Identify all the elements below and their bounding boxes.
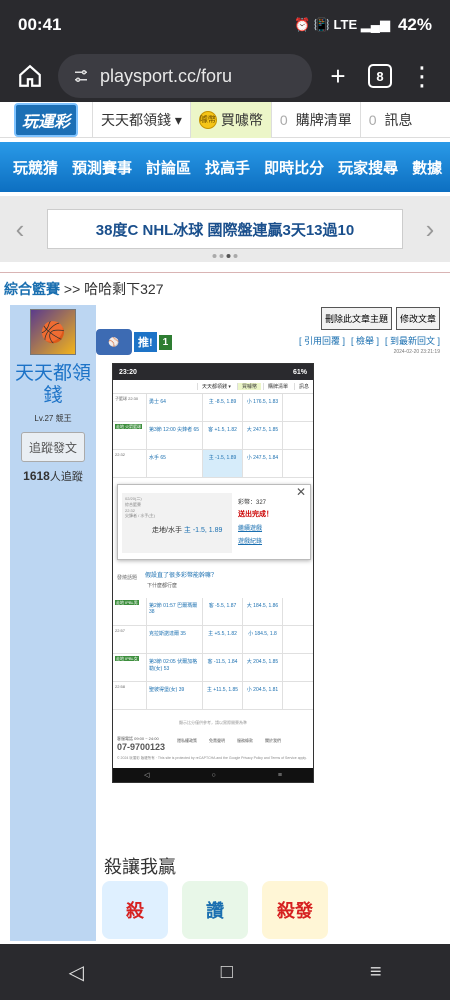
table-row: 22:57 克拉斯諾達爾 35 主 +5.5, 1.82 小 184.5, 1.…: [113, 626, 313, 654]
status-bar: 00:41 ⏰ 📳 LTE ▂▄▆ 42%: [0, 0, 450, 50]
back-icon[interactable]: ◁: [68, 960, 83, 985]
url-text: playsport.cc/foru: [100, 65, 233, 86]
report-link[interactable]: [ 檢舉 ]: [351, 334, 379, 347]
buy-coins-button[interactable]: 噱幣 買噱幣: [189, 101, 271, 138]
close-icon: ✕: [295, 485, 306, 499]
follow-button[interactable]: 追蹤發文: [21, 432, 85, 462]
messages-link[interactable]: 0 訊息: [359, 101, 421, 138]
recents-icon[interactable]: ≡: [370, 961, 382, 984]
page-title: 哈哈剩下327: [84, 281, 164, 297]
mascot-icon: ⚾: [96, 329, 132, 355]
banner-carousel: ‹ 38度C NHL冰球 國際盤連贏3天13過10 ›: [0, 196, 450, 262]
quote-reply-link[interactable]: [ 引用回覆 ]: [299, 334, 345, 347]
site-header: 玩運彩 天天都領錢 ▾ 噱幣 買噱幣 0 購牌清單 0 訊息: [0, 101, 450, 138]
url-field[interactable]: playsport.cc/foru: [58, 54, 312, 98]
new-tab-button[interactable]: +: [322, 58, 354, 94]
status-icons: ⏰ 📳 LTE ▂▄▆: [293, 17, 390, 32]
tab-switcher-button[interactable]: 8: [364, 58, 396, 94]
sticker-kill-go[interactable]: 殺發: [262, 881, 328, 939]
coin-icon: 噱幣: [198, 110, 217, 129]
cart-link[interactable]: 0 購牌清單: [270, 101, 360, 138]
nav-item-predict[interactable]: 預測賽事: [65, 157, 139, 178]
browser-url-bar: playsport.cc/foru + 8 ⋮: [0, 50, 450, 102]
battery-text: 42%: [397, 15, 432, 34]
table-row: 子籃球 22:30 勇士 64 主 -8.5, 1.89 小 176.5, 1.…: [113, 394, 313, 422]
cart-count: 0: [279, 111, 288, 128]
author-panel: 🏀 天天都領錢 Lv.27 競王 追蹤發文 1618人追蹤: [10, 305, 96, 941]
nav-item-player-search[interactable]: 玩家搜尋: [331, 157, 405, 178]
main-nav: 玩競猜 預測賽事 討論區 找高手 即時比分 玩家搜尋 數據: [0, 142, 450, 192]
author-name[interactable]: 天天都領錢: [10, 363, 96, 407]
home-button-icon[interactable]: □: [221, 961, 233, 984]
avatar[interactable]: 🏀: [30, 309, 76, 355]
table-row: 22:58 聖彼得堡(女) 39 主 +11.5, 1.85 小 204.5, …: [113, 682, 313, 710]
user-menu[interactable]: 天天都領錢 ▾: [92, 101, 190, 138]
carousel-dots: [212, 254, 238, 258]
post-content: 刪除此文章主題 修改文章 [ 引用回覆 ] [ 檢舉 ] [ 到最新回文 ] 2…: [96, 305, 440, 941]
breadcrumb-section-link[interactable]: 綜合籃賽: [4, 281, 60, 297]
post: 🏀 天天都領錢 Lv.27 競王 追蹤發文 1618人追蹤 刪除此文章主題 修改…: [10, 305, 440, 941]
banner-ad[interactable]: 38度C NHL冰球 國際盤連贏3天13過10: [47, 209, 403, 249]
android-nav-bar: ◁ □ ≡: [0, 944, 450, 1000]
tab-count: 8: [368, 64, 392, 88]
table-row: 22:32 水手 65 主 -1.5, 1.89 小 247.5, 1.84: [113, 450, 313, 478]
breadcrumb: 綜合籃賽 >> 哈哈剩下327: [0, 273, 450, 305]
site-logo[interactable]: 玩運彩: [0, 102, 92, 138]
latest-reply-link[interactable]: [ 到最新回文 ]: [385, 334, 440, 347]
breadcrumb-separator: >>: [63, 281, 81, 297]
nav-item-livescore[interactable]: 即時比分: [257, 157, 331, 178]
chevron-right-icon[interactable]: ›: [420, 214, 440, 245]
table-row: 走地 IPBL男 第2節 01:57 巴爾瑪爾 38 客 -5.5, 1.87 …: [113, 598, 313, 626]
status-time: 00:41: [18, 15, 62, 34]
nav-item-data[interactable]: 數據: [405, 157, 449, 178]
bet-confirm-popup: ✕ 02/20(二) 綜合籃賽 22:32 尖鋒者 / 水手(主) 走地/水手 …: [117, 484, 311, 560]
message-count: 0: [368, 111, 377, 128]
home-icon[interactable]: [12, 58, 48, 94]
table-row: 走地 IPBL女 第3節 02:05 伏爾加格勒(女) 53 客 -11.5, …: [113, 654, 313, 682]
sticker-section-title: 殺讓我贏: [104, 857, 176, 877]
edit-post-button[interactable]: 修改文章: [395, 307, 440, 330]
follower-count: 1618人追蹤: [23, 469, 83, 483]
browser-menu-button[interactable]: ⋮: [406, 58, 438, 94]
nav-item-forum[interactable]: 討論區: [139, 157, 198, 178]
site-settings-icon[interactable]: [72, 67, 90, 85]
author-level: Lv.27 競王: [34, 414, 72, 423]
sticker-like[interactable]: 讚: [182, 881, 248, 939]
sticker-row: 殺 讚 殺發: [102, 881, 328, 939]
post-screenshot: 23:20 61% 天天都領錢 ▾ 買噱幣 購牌清單 訊息 子籃球 22:30 …: [112, 363, 314, 783]
push-widget[interactable]: ⚾ 推! 1: [96, 329, 173, 355]
delete-topic-button[interactable]: 刪除此文章主題: [320, 307, 392, 330]
sticker-kill[interactable]: 殺: [102, 881, 168, 939]
chevron-left-icon[interactable]: ‹: [10, 214, 30, 245]
push-count: 1: [158, 334, 173, 350]
nav-item-guess[interactable]: 玩競猜: [6, 157, 65, 178]
nav-item-experts[interactable]: 找高手: [198, 157, 257, 178]
push-label: 推!: [134, 332, 157, 352]
table-row: 走地 火箭籃球 第3節 12:00 尖鋒者 65 客 +1.5, 1.82 大 …: [113, 422, 313, 450]
